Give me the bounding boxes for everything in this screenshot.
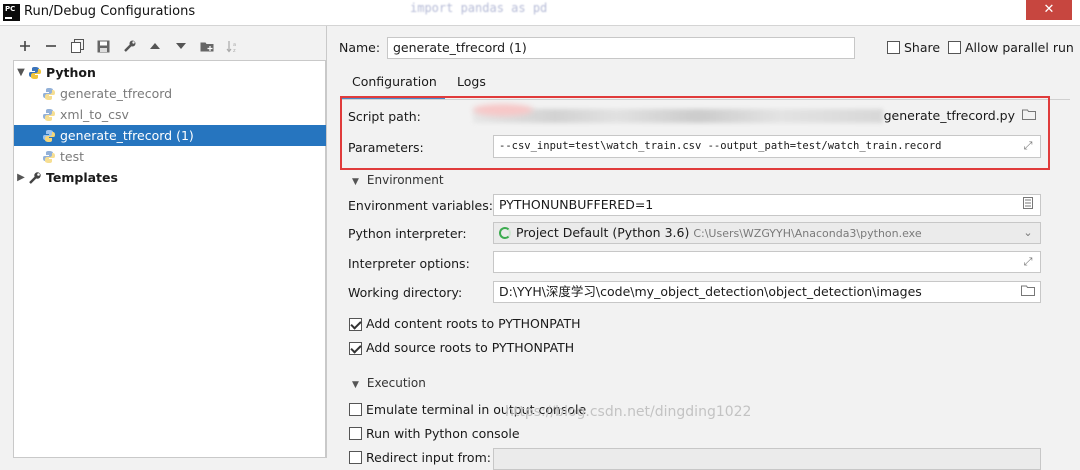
background-code-text: import pandas as pd — [410, 1, 548, 15]
interpreter-select[interactable]: Project Default (Python 3.6) C:\Users\WZ… — [493, 222, 1041, 244]
working-dir-value: D:\YYH\深度学习\code\my_object_detection\obj… — [499, 284, 922, 299]
collapse-down-icon: ▼ — [352, 177, 359, 187]
tree-node-python[interactable]: ▼ Python — [14, 62, 326, 83]
interpreter-options-label: Interpreter options: — [348, 256, 470, 271]
add-source-roots-checkbox[interactable] — [349, 342, 362, 355]
python-file-icon — [43, 150, 55, 163]
chevron-down-icon[interactable]: ⌄ — [1020, 225, 1036, 241]
interpreter-status-icon — [499, 227, 511, 239]
execution-section-title: Execution — [366, 376, 426, 390]
environment-section-header[interactable]: ▼ Environment — [352, 173, 444, 187]
expand-field-icon[interactable]: ⤢ — [1020, 254, 1036, 270]
tree-node-label: Python — [46, 65, 96, 80]
environment-section-title: Environment — [366, 173, 444, 187]
script-path-label: Script path: — [348, 109, 421, 124]
run-with-console-label: Run with Python console — [366, 426, 520, 441]
name-input[interactable]: generate_tfrecord (1) — [387, 37, 855, 59]
python-file-icon — [43, 87, 55, 100]
browse-folder-icon[interactable] — [1021, 108, 1037, 124]
wrench-icon — [29, 171, 41, 184]
add-content-roots-checkbox[interactable] — [349, 318, 362, 331]
tree-node-templates[interactable]: ▶ Templates — [14, 167, 326, 188]
working-dir-label: Working directory: — [348, 285, 463, 300]
env-vars-input[interactable]: PYTHONUNBUFFERED=1 — [493, 194, 1041, 216]
python-file-icon — [43, 129, 55, 142]
close-button[interactable]: ✕ — [1026, 0, 1072, 20]
edit-list-icon[interactable] — [1020, 197, 1036, 213]
interpreter-value: Project Default (Python 3.6) — [516, 225, 690, 240]
move-down-icon[interactable] — [168, 35, 194, 57]
parameters-value: --csv_input=test\watch_train.csv --outpu… — [499, 140, 942, 152]
name-label: Name: — [339, 40, 381, 55]
window-title: Run/Debug Configurations — [24, 4, 196, 19]
collapse-down-icon: ▼ — [352, 380, 359, 390]
tree-node-label: Templates — [46, 170, 118, 185]
sort-icon[interactable]: az — [220, 35, 246, 57]
parameters-label: Parameters: — [348, 140, 424, 155]
configuration-tree: ▼ Python generate_tfrecord xml_to_csv ge… — [13, 60, 326, 458]
configuration-panel: Name: generate_tfrecord (1) Share Allow … — [328, 26, 1080, 470]
tree-item-xml-to-csv[interactable]: xml_to_csv — [14, 104, 326, 125]
expand-field-icon[interactable]: ⤢ — [1020, 138, 1036, 154]
redacted-path-blur — [473, 104, 533, 116]
expand-right-icon[interactable]: ▶ — [14, 172, 28, 183]
title-bar: PC Run/Debug Configurations import panda… — [0, 0, 1080, 26]
move-up-icon[interactable] — [142, 35, 168, 57]
tree-item-label: xml_to_csv — [60, 107, 129, 122]
tree-item-generate-tfrecord[interactable]: generate_tfrecord — [14, 83, 326, 104]
env-vars-value: PYTHONUNBUFFERED=1 — [499, 197, 654, 212]
share-checkbox[interactable] — [887, 41, 900, 54]
folder-icon[interactable] — [194, 35, 220, 57]
allow-parallel-run-checkbox[interactable] — [948, 41, 961, 54]
run-with-console-checkbox[interactable] — [349, 427, 362, 440]
browse-folder-icon[interactable] — [1020, 284, 1036, 300]
copy-icon[interactable] — [64, 35, 90, 57]
working-dir-input[interactable]: D:\YYH\深度学习\code\my_object_detection\obj… — [493, 281, 1041, 303]
tab-configuration[interactable]: Configuration — [352, 74, 437, 89]
add-source-roots-label: Add source roots to PYTHONPATH — [366, 340, 575, 355]
execution-section-header[interactable]: ▼ Execution — [352, 376, 426, 390]
tree-item-label: test — [60, 149, 85, 164]
add-content-roots-label: Add content roots to PYTHONPATH — [366, 316, 581, 331]
tree-item-label: generate_tfrecord (1) — [60, 128, 194, 143]
tree-item-label: generate_tfrecord — [60, 86, 173, 101]
redirect-input-field[interactable] — [493, 448, 1041, 470]
watermark-text: https://blog.csdn.net/dingding1022 — [505, 404, 752, 420]
tree-item-generate-tfrecord-1[interactable]: generate_tfrecord (1) — [14, 125, 326, 146]
sidebar: az ▼ Python generate_tfrecord xml_to_csv… — [0, 26, 327, 458]
script-path-value: generate_tfrecord.py — [883, 108, 1015, 123]
env-vars-label: Environment variables: — [348, 198, 493, 213]
python-icon — [29, 66, 41, 79]
interpreter-options-input[interactable]: ⤢ — [493, 251, 1041, 273]
save-icon[interactable] — [90, 35, 116, 57]
interpreter-path: C:\Users\WZGYYH\Anaconda3\python.exe — [693, 227, 922, 240]
interpreter-label: Python interpreter: — [348, 226, 467, 241]
redacted-path-blur — [473, 109, 883, 123]
emulate-terminal-checkbox[interactable] — [349, 403, 362, 416]
remove-icon[interactable] — [38, 35, 64, 57]
allow-parallel-run-label: Allow parallel run — [965, 40, 1074, 55]
expand-down-icon[interactable]: ▼ — [14, 67, 28, 78]
pycharm-logo-icon: PC — [3, 4, 20, 21]
script-path-field[interactable]: generate_tfrecord.py — [473, 104, 1041, 128]
sidebar-toolbar: az — [12, 35, 246, 57]
parameters-input[interactable]: --csv_input=test\watch_train.csv --outpu… — [493, 135, 1041, 158]
add-icon[interactable] — [12, 35, 38, 57]
tab-logs[interactable]: Logs — [457, 74, 486, 89]
close-icon: ✕ — [1043, 2, 1055, 17]
share-label: Share — [904, 40, 941, 55]
python-file-icon — [43, 108, 55, 121]
svg-text:z: z — [233, 48, 236, 53]
tree-item-test[interactable]: test — [14, 146, 326, 167]
wrench-icon[interactable] — [116, 35, 142, 57]
